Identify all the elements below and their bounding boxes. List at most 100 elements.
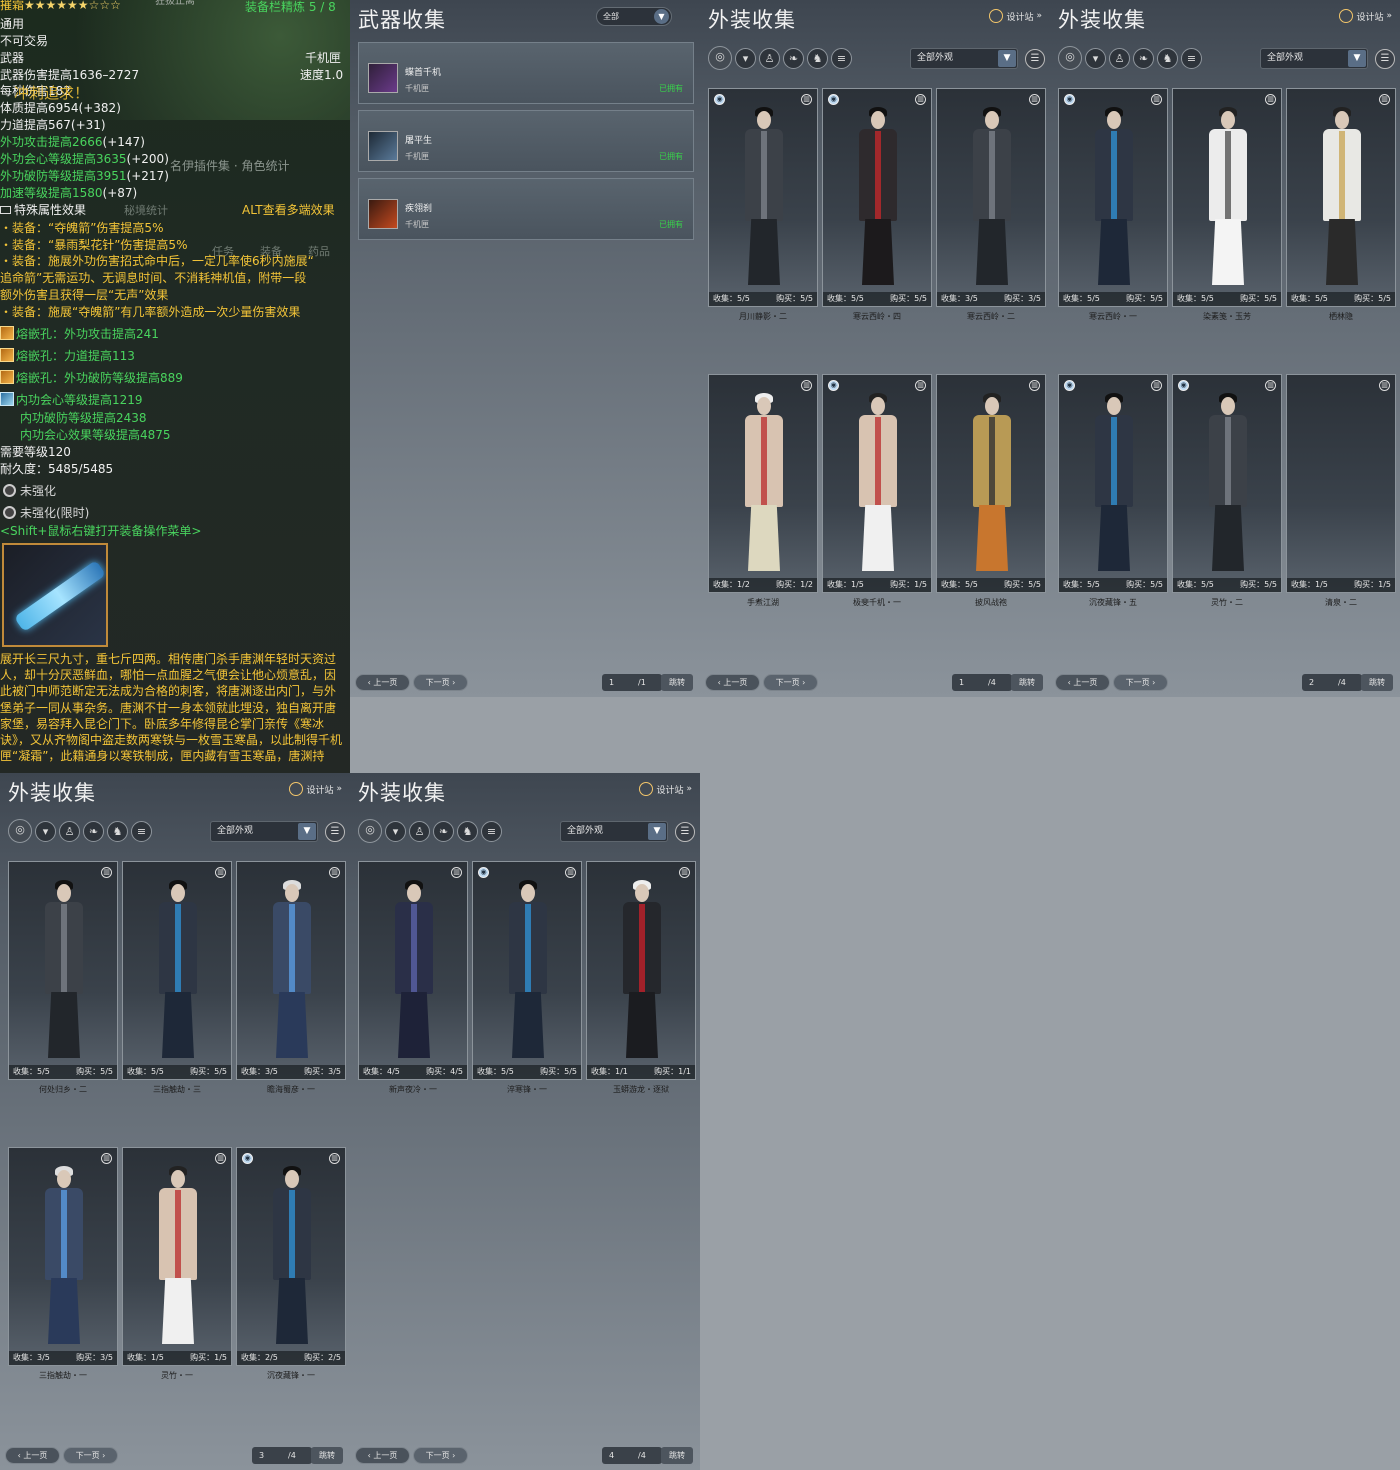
outfit-card[interactable]: ▥ 收集：5/5 购买：5/5 (936, 374, 1046, 593)
list-menu-icon[interactable]: ☰ (675, 822, 695, 842)
trash-icon[interactable]: ▥ (215, 867, 226, 878)
shirt-icon[interactable]: ▾ (1085, 48, 1106, 69)
weapon-item[interactable]: 疾翎刹 千机匣 已拥有 (358, 178, 694, 240)
trash-icon[interactable]: ▥ (1029, 94, 1040, 105)
feather-icon[interactable]: ❧ (1133, 48, 1154, 69)
feather-icon[interactable]: ❧ (783, 48, 804, 69)
page-input[interactable]: 1/4 (952, 674, 1012, 691)
prev-page-button[interactable]: ‹ 上一页 (355, 1447, 410, 1464)
trash-icon[interactable]: ▥ (101, 1153, 112, 1164)
trash-icon[interactable]: ▥ (1265, 380, 1276, 391)
weapon-filter-select[interactable]: 全部 ▼ (596, 7, 672, 26)
shirt-icon[interactable]: ▾ (385, 821, 406, 842)
outfit-card[interactable]: ▥ 收集：5/5 购买：5/5 (122, 861, 232, 1080)
trash-icon[interactable]: ▥ (679, 867, 690, 878)
shirt-icon[interactable]: ▾ (35, 821, 56, 842)
trash-icon[interactable]: ▥ (1379, 94, 1390, 105)
outfit-card[interactable]: ◉ ▥ 收集：1/5 购买：1/5 (822, 374, 932, 593)
list-menu-icon[interactable]: ☰ (1375, 49, 1395, 69)
next-page-button[interactable]: 下一页 › (413, 674, 468, 691)
weapon-item[interactable]: 蝶首千机 千机匣 已拥有 (358, 42, 694, 104)
next-page-button[interactable]: 下一页 › (63, 1447, 118, 1464)
outfit-filter-select[interactable]: 全部外观 ▼ (210, 821, 318, 842)
designer-link[interactable]: 设计站» (289, 782, 342, 796)
outfit-card[interactable]: ▥ 收集：5/5 购买：5/5 (8, 861, 118, 1080)
all-category-icon[interactable]: ◎ (708, 46, 732, 70)
outfit-card[interactable]: ◉ ▥ 收集：5/5 购买：5/5 (472, 861, 582, 1080)
outfit-card[interactable]: ◉ ▥ 收集：5/5 购买：5/5 (1058, 88, 1168, 307)
trash-icon[interactable]: ▥ (915, 380, 926, 391)
outfit-card[interactable]: ▥ 收集：1/5 购买：1/5 (122, 1147, 232, 1366)
list-menu-icon[interactable]: ☰ (325, 822, 345, 842)
list-menu-icon[interactable]: ☰ (1025, 49, 1045, 69)
scroll-icon[interactable]: ≡ (1181, 48, 1202, 69)
outfit-card[interactable]: ◉ ▥ 收集：5/5 购买：5/5 (822, 88, 932, 307)
outfit-card[interactable]: ◉ ▥ 收集：5/5 购买：5/5 (1172, 374, 1282, 593)
mount-icon[interactable]: ♞ (457, 821, 478, 842)
page-input[interactable]: 2/4 (1302, 674, 1362, 691)
designer-link[interactable]: 设计站» (1339, 9, 1392, 23)
jump-button[interactable]: 跳转 (311, 1447, 343, 1464)
trash-icon[interactable]: ▥ (101, 867, 112, 878)
all-category-icon[interactable]: ◎ (358, 819, 382, 843)
outfit-filter-select[interactable]: 全部外观 ▼ (560, 821, 668, 842)
outfit-card[interactable]: ▥ 收集：3/5 购买：3/5 (236, 861, 346, 1080)
page-input[interactable]: 3/4 (252, 1447, 312, 1464)
outfit-card[interactable]: ◉ ▥ 收集：2/5 购买：2/5 (236, 1147, 346, 1366)
prev-page-button[interactable]: ‹ 上一页 (355, 674, 410, 691)
outfit-card[interactable]: ▥ 收集：3/5 购买：3/5 (8, 1147, 118, 1366)
outfit-card[interactable]: ▥ 收集：1/5 购买：1/5 (1286, 374, 1396, 593)
trash-icon[interactable]: ▥ (1265, 94, 1276, 105)
outfit-card[interactable]: ▥ 收集：3/5 购买：3/5 (936, 88, 1046, 307)
trash-icon[interactable]: ▥ (329, 1153, 340, 1164)
trash-icon[interactable]: ▥ (329, 867, 340, 878)
jump-button[interactable]: 跳转 (1011, 674, 1043, 691)
outfit-card[interactable]: ◉ ▥ 收集：5/5 购买：5/5 (1058, 374, 1168, 593)
designer-link[interactable]: 设计站» (989, 9, 1042, 23)
prev-page-button[interactable]: ‹ 上一页 (705, 674, 760, 691)
trash-icon[interactable]: ▥ (451, 867, 462, 878)
outfit-filter-select[interactable]: 全部外观 ▼ (1260, 48, 1368, 69)
trash-icon[interactable]: ▥ (1029, 380, 1040, 391)
outfit-card[interactable]: ▥ 收集：4/5 购买：4/5 (358, 861, 468, 1080)
scroll-icon[interactable]: ≡ (131, 821, 152, 842)
body-icon[interactable]: ♙ (759, 48, 780, 69)
outfit-card[interactable]: ◉ ▥ 收集：5/5 购买：5/5 (708, 88, 818, 307)
mount-icon[interactable]: ♞ (1157, 48, 1178, 69)
body-icon[interactable]: ♙ (59, 821, 80, 842)
next-page-button[interactable]: 下一页 › (763, 674, 818, 691)
outfit-card[interactable]: ▥ 收集：1/1 购买：1/1 (586, 861, 696, 1080)
trash-icon[interactable]: ▥ (801, 380, 812, 391)
mount-icon[interactable]: ♞ (807, 48, 828, 69)
next-page-button[interactable]: 下一页 › (1113, 674, 1168, 691)
all-category-icon[interactable]: ◎ (1058, 46, 1082, 70)
page-input[interactable]: 1/1 (602, 674, 662, 691)
outfit-card[interactable]: ▥ 收集：5/5 购买：5/5 (1172, 88, 1282, 307)
trash-icon[interactable]: ▥ (215, 1153, 226, 1164)
trash-icon[interactable]: ▥ (565, 867, 576, 878)
shirt-icon[interactable]: ▾ (735, 48, 756, 69)
scroll-icon[interactable]: ≡ (481, 821, 502, 842)
trash-icon[interactable]: ▥ (1151, 380, 1162, 391)
trash-icon[interactable]: ▥ (1379, 380, 1390, 391)
jump-button[interactable]: 跳转 (661, 674, 693, 691)
trash-icon[interactable]: ▥ (915, 94, 926, 105)
next-page-button[interactable]: 下一页 › (413, 1447, 468, 1464)
trash-icon[interactable]: ▥ (1151, 94, 1162, 105)
designer-link[interactable]: 设计站» (639, 782, 692, 796)
trash-icon[interactable]: ▥ (801, 94, 812, 105)
body-icon[interactable]: ♙ (409, 821, 430, 842)
weapon-item[interactable]: 屠平生 千机匣 已拥有 (358, 110, 694, 172)
all-category-icon[interactable]: ◎ (8, 819, 32, 843)
body-icon[interactable]: ♙ (1109, 48, 1130, 69)
mount-icon[interactable]: ♞ (107, 821, 128, 842)
jump-button[interactable]: 跳转 (661, 1447, 693, 1464)
jump-button[interactable]: 跳转 (1361, 674, 1393, 691)
page-input[interactable]: 4/4 (602, 1447, 662, 1464)
feather-icon[interactable]: ❧ (433, 821, 454, 842)
feather-icon[interactable]: ❧ (83, 821, 104, 842)
outfit-filter-select[interactable]: 全部外观 ▼ (910, 48, 1018, 69)
prev-page-button[interactable]: ‹ 上一页 (1055, 674, 1110, 691)
prev-page-button[interactable]: ‹ 上一页 (5, 1447, 60, 1464)
outfit-card[interactable]: ▥ 收集：5/5 购买：5/5 (1286, 88, 1396, 307)
